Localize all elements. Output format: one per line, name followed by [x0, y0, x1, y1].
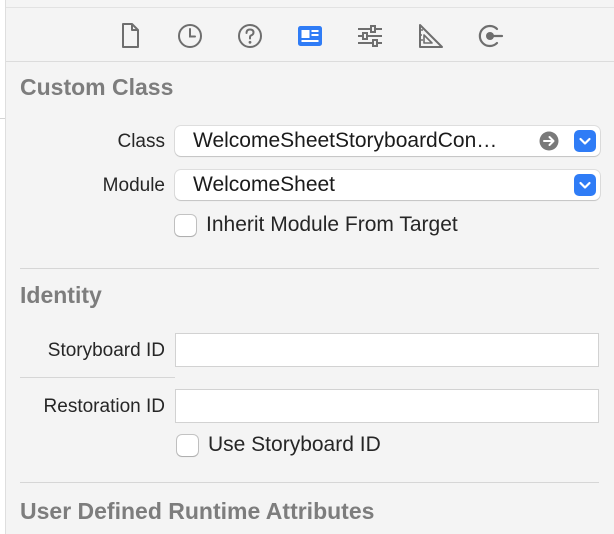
custom-class-title: Custom Class	[20, 74, 174, 100]
attributes-inspector-icon[interactable]	[354, 20, 386, 52]
module-popup[interactable]: WelcomeSheet	[175, 170, 600, 200]
class-chevron-down-icon[interactable]	[574, 130, 596, 152]
use-storyboard-id-label: Use Storyboard ID	[208, 433, 381, 456]
inherit-module-checkbox[interactable]	[175, 215, 196, 236]
row-divider	[20, 377, 175, 378]
module-label: Module	[102, 175, 165, 196]
identity-inspector-panel: Custom Class Class WelcomeSheetStoryboar…	[0, 0, 614, 534]
navigate-to-class-icon[interactable]	[538, 130, 560, 152]
history-inspector-icon[interactable]	[174, 20, 206, 52]
inherit-module-row[interactable]: Inherit Module From Target	[175, 213, 575, 239]
storyboard-id-label: Storyboard ID	[47, 340, 165, 361]
section-separator	[20, 482, 599, 483]
section-separator	[20, 268, 599, 269]
identity-inspector-icon[interactable]	[294, 20, 326, 52]
left-edge	[0, 0, 6, 534]
module-chevron-down-icon[interactable]	[574, 174, 596, 196]
restoration-id-label: Restoration ID	[43, 396, 165, 417]
class-value: WelcomeSheetStoryboardCon…	[193, 129, 498, 152]
use-storyboard-id-row[interactable]: Use Storyboard ID	[175, 433, 475, 459]
size-inspector-icon[interactable]	[414, 20, 446, 52]
runtime-attributes-title: User Defined Runtime Attributes	[20, 498, 375, 524]
connections-inspector-icon[interactable]	[474, 20, 506, 52]
quick-help-icon[interactable]	[234, 20, 266, 52]
class-label: Class	[117, 131, 165, 152]
inspector-selector-bar	[6, 0, 614, 62]
file-inspector-icon[interactable]	[114, 20, 146, 52]
storyboard-id-field[interactable]	[175, 333, 599, 367]
module-value: WelcomeSheet	[193, 173, 336, 196]
use-storyboard-id-checkbox[interactable]	[177, 435, 198, 456]
left-edge-tick	[0, 118, 5, 119]
inherit-module-label: Inherit Module From Target	[206, 213, 458, 236]
identity-title: Identity	[20, 282, 102, 308]
restoration-id-field[interactable]	[175, 389, 599, 423]
class-popup[interactable]: WelcomeSheetStoryboardCon…	[175, 126, 600, 156]
